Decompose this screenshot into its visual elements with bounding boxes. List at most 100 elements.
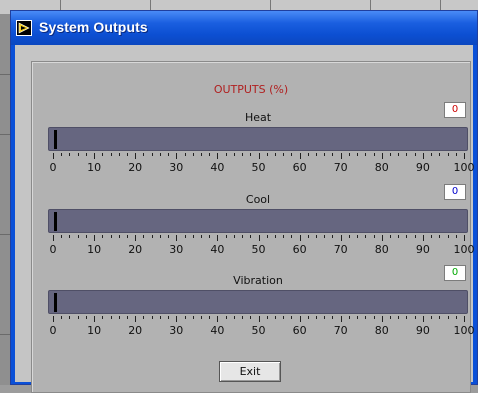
scale-tick: [53, 316, 54, 322]
scale-tick: [291, 316, 293, 319]
scale-label: 20: [128, 324, 143, 337]
scale-tick: [225, 316, 227, 319]
scale-tick: [200, 235, 202, 238]
scale-tick: [464, 235, 465, 241]
scale-tick: [102, 235, 104, 238]
scale-tick: [102, 316, 104, 319]
heat-scale: 0 10 20 30 40 50 60 70 80 90 100: [48, 153, 475, 175]
scale-tick: [381, 153, 383, 159]
scale-tick: [192, 316, 194, 319]
scale-tick: [168, 316, 170, 319]
scale-tick: [118, 235, 120, 238]
scale-tick: [439, 316, 441, 319]
system-outputs-window: System Outputs OUTPUTS (%) Heat 0 0 10 20 3…: [10, 10, 478, 393]
panel-title: OUTPUTS (%): [213, 83, 289, 96]
scale-tick: [217, 153, 219, 159]
scale-label: 100: [453, 243, 475, 256]
scale-tick: [77, 235, 79, 238]
vibration-meter-needle: [54, 293, 57, 312]
scale-label: 0: [49, 324, 57, 337]
scale-tick: [250, 316, 252, 319]
scale-tick: [464, 316, 465, 322]
scale-tick: [447, 235, 449, 238]
scale-tick: [316, 316, 318, 319]
scale-tick: [299, 316, 301, 322]
scale-label: 40: [210, 161, 225, 174]
scale-tick: [176, 235, 178, 241]
scale-tick: [340, 153, 342, 159]
scale-tick: [192, 235, 194, 238]
scale-tick: [69, 235, 71, 238]
scale-tick: [159, 316, 161, 319]
scale-tick: [316, 153, 318, 156]
scale-tick: [135, 235, 137, 241]
scale-tick: [455, 235, 457, 238]
scale-tick: [414, 316, 416, 319]
scale-label: 90: [415, 324, 430, 337]
window-title: System Outputs: [39, 19, 148, 35]
scale-tick: [283, 153, 285, 156]
scale-tick: [85, 153, 87, 156]
scale-tick: [324, 153, 326, 156]
scale-label: 100: [453, 161, 475, 174]
scale-tick: [151, 316, 153, 319]
scale-tick: [94, 235, 96, 241]
scale-tick: [365, 153, 367, 156]
scale-tick: [348, 153, 350, 156]
scale-tick: [209, 235, 211, 238]
scale-label: 60: [292, 243, 307, 256]
scale-tick: [233, 235, 235, 238]
scale-tick: [225, 153, 227, 156]
scale-tick: [307, 316, 309, 319]
scale-tick: [217, 235, 219, 241]
vibration-value-indicator: 0: [444, 265, 466, 281]
scale-tick: [348, 316, 350, 319]
scale-tick: [332, 235, 334, 238]
scale-label: 30: [169, 161, 184, 174]
scale-tick: [291, 235, 293, 238]
scale-tick: [168, 235, 170, 238]
heat-label: Heat: [244, 111, 272, 124]
scale-tick: [274, 235, 276, 238]
scale-tick: [266, 153, 268, 156]
scale-label: 90: [415, 243, 430, 256]
scale-tick: [192, 153, 194, 156]
scale-tick: [398, 235, 400, 238]
scale-tick: [283, 316, 285, 319]
scale-tick: [332, 316, 334, 319]
scale-label: 80: [374, 324, 389, 337]
scale-tick: [209, 153, 211, 156]
exit-button[interactable]: Exit: [219, 361, 281, 382]
scale-tick: [217, 316, 219, 322]
heat-meter-bar: [48, 127, 468, 151]
scale-label: 0: [49, 243, 57, 256]
scale-tick: [94, 316, 96, 322]
scale-tick: [135, 153, 137, 159]
scale-tick: [455, 153, 457, 156]
scale-tick: [118, 316, 120, 319]
scale-tick: [422, 153, 424, 159]
title-bar[interactable]: System Outputs: [11, 11, 477, 45]
scale-tick: [266, 235, 268, 238]
scale-label: 70: [333, 161, 348, 174]
scale-tick: [406, 235, 408, 238]
scale-tick: [332, 153, 334, 156]
cool-meter-needle: [54, 212, 57, 231]
scale-tick: [61, 153, 63, 156]
scale-tick: [184, 235, 186, 238]
scale-tick: [176, 316, 178, 322]
cool-value-indicator: 0: [444, 184, 466, 200]
scale-tick: [168, 153, 170, 156]
scale-tick: [398, 153, 400, 156]
scale-tick: [126, 153, 128, 156]
scale-tick: [242, 235, 244, 238]
scale-tick: [266, 316, 268, 319]
scale-tick: [250, 153, 252, 156]
scale-tick: [258, 153, 260, 159]
scale-label: 10: [87, 324, 102, 337]
scale-tick: [307, 153, 309, 156]
scale-tick: [381, 235, 383, 241]
scale-label: 20: [128, 161, 143, 174]
scale-tick: [431, 316, 433, 319]
scale-tick: [390, 153, 392, 156]
